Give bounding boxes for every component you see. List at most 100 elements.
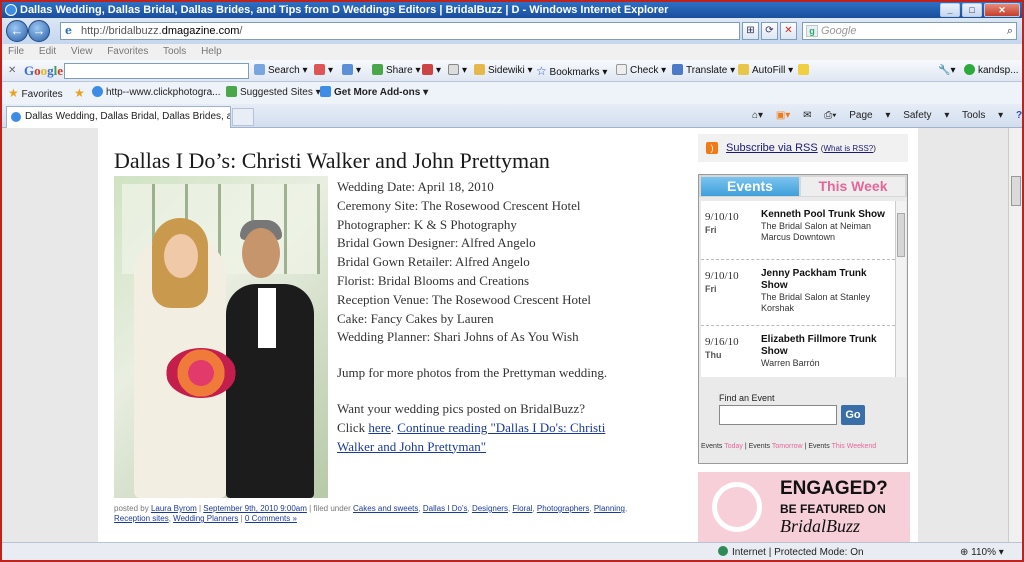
- add-button-icon[interactable]: ▾: [342, 60, 361, 82]
- search-icon: [254, 64, 265, 75]
- find-event-label: Find an Event: [719, 393, 775, 403]
- menu-tools[interactable]: Tools: [163, 46, 186, 57]
- event-item[interactable]: 9/10/10 Fri Jenny Packham Trunk Show The…: [701, 260, 895, 326]
- this-weekend-link[interactable]: This Weekend: [832, 443, 877, 450]
- call-to-action: Want your wedding pics posted on BridalB…: [337, 401, 606, 454]
- share-button[interactable]: Share ▾: [372, 60, 421, 82]
- category-link[interactable]: Wedding Planners: [173, 514, 238, 523]
- tab-this-week[interactable]: This Week: [801, 177, 905, 196]
- bookmark-star-icon: ☆: [536, 64, 547, 78]
- popup-blocker-icon[interactable]: ▾: [422, 60, 441, 82]
- sidewiki-button[interactable]: Sidewiki ▾: [474, 60, 533, 82]
- safety-menu[interactable]: Safety ▾: [903, 110, 949, 121]
- comments-link[interactable]: 0 Comments »: [245, 514, 297, 523]
- author-link[interactable]: Laura Byrom: [151, 504, 197, 513]
- spellcheck-button[interactable]: Check ▾: [616, 60, 666, 82]
- security-zone[interactable]: Internet | Protected Mode: On: [718, 543, 864, 560]
- go-button[interactable]: Go: [841, 405, 865, 425]
- category-link[interactable]: Floral: [512, 504, 532, 513]
- translate-icon: [672, 64, 683, 75]
- detail-photographer: Photographer: K & S Photography: [337, 216, 517, 232]
- maximize-button[interactable]: □: [962, 3, 982, 17]
- category-link[interactable]: Cakes and sweets: [353, 504, 418, 513]
- tab-events[interactable]: Events: [701, 177, 799, 196]
- toolbar-option-icon[interactable]: ▾: [448, 60, 467, 82]
- pagerank-icon[interactable]: ▾: [314, 60, 333, 82]
- menu-edit[interactable]: Edit: [39, 46, 56, 57]
- tab-bridalbuzz[interactable]: Dallas Wedding, Dallas Bridal, Dallas Br…: [6, 106, 231, 128]
- minimize-button[interactable]: _: [940, 3, 960, 17]
- close-window-button[interactable]: ✕: [984, 3, 1020, 17]
- menu-favorites[interactable]: Favorites: [107, 46, 148, 57]
- today-link[interactable]: Today: [724, 443, 743, 450]
- google-search-button[interactable]: Search ▾: [254, 60, 308, 82]
- detail-ceremony: Ceremony Site: The Rosewood Crescent Hot…: [337, 197, 581, 213]
- category-link[interactable]: Designers: [472, 504, 508, 513]
- google-search-input[interactable]: [64, 63, 249, 79]
- feeds-icon[interactable]: ▣▾: [776, 110, 790, 121]
- event-item[interactable]: 9/16/10 Thu Elizabeth Fillmore Trunk Sho…: [701, 326, 895, 377]
- page-scrollbar[interactable]: [1008, 128, 1022, 542]
- compatibility-view-button[interactable]: ⊞: [742, 22, 759, 40]
- add-favorite-icon[interactable]: ★: [74, 82, 85, 106]
- engaged-banner[interactable]: ENGAGED? BE FEATURED ON BridalBuzz: [698, 472, 910, 542]
- date-link[interactable]: September 9th, 2010 9:00am: [203, 504, 307, 513]
- category-link[interactable]: Reception sites: [114, 514, 169, 523]
- address-bar[interactable]: e http://bridalbuzz.dmagazine.com/: [60, 22, 740, 40]
- suggested-sites-link[interactable]: Suggested Sites ▾: [226, 82, 321, 104]
- category-link[interactable]: Planning: [594, 504, 625, 513]
- search-input[interactable]: g Google ⌕: [802, 22, 1017, 40]
- post-meta: posted by Laura Byrom | September 9th, 2…: [114, 504, 628, 523]
- category-link[interactable]: Dallas I Do's: [423, 504, 468, 513]
- title-bar: Dallas Wedding, Dallas Bridal, Dallas Br…: [2, 2, 1022, 18]
- magnifier-icon[interactable]: ⌕: [1007, 23, 1013, 39]
- home-icon[interactable]: ⌂▾: [752, 110, 763, 121]
- tomorrow-link[interactable]: Tomorrow: [772, 443, 803, 450]
- google-toolbar: ✕ Google Search ▾ ▾ ▾ Share ▾ ▾ ▾ Sidewi…: [2, 60, 1022, 82]
- detail-gown-designer: Bridal Gown Designer: Alfred Angelo: [337, 235, 536, 251]
- ring-icon: [712, 482, 762, 532]
- subscribe-rss-link[interactable]: Subscribe via RSS: [726, 142, 818, 154]
- translate-button[interactable]: Translate ▾: [672, 60, 735, 82]
- menu-file[interactable]: File: [8, 46, 24, 57]
- stop-button[interactable]: ✕: [780, 22, 797, 40]
- events-widget: Events This Week 9/10/10 Fri Kenneth Poo…: [698, 174, 908, 464]
- favorite-link-clickphoto[interactable]: http--www.clickphotogra...: [92, 82, 221, 104]
- mail-icon[interactable]: ✉: [803, 110, 811, 121]
- highlight-icon[interactable]: [798, 60, 812, 82]
- detail-cake: Cake: Fancy Cakes by Lauren: [337, 310, 494, 326]
- menu-bar: File Edit View Favorites Tools Help: [2, 44, 1022, 60]
- menu-view[interactable]: View: [71, 46, 93, 57]
- submit-here-link[interactable]: here: [368, 420, 390, 435]
- detail-reception: Reception Venue: The Rosewood Crescent H…: [337, 291, 592, 307]
- page-menu[interactable]: Page ▾: [849, 110, 890, 121]
- event-list-scrollbar[interactable]: [895, 201, 906, 377]
- detail-date: Wedding Date: April 18, 2010: [337, 179, 494, 194]
- addons-link[interactable]: Get More Add-ons ▾: [320, 82, 428, 104]
- new-tab-button[interactable]: [232, 108, 254, 126]
- close-toolbar-icon[interactable]: ✕: [8, 60, 16, 82]
- event-item[interactable]: 9/10/10 Fri Kenneth Pool Trunk Show The …: [701, 201, 895, 260]
- autofill-icon: [738, 64, 749, 75]
- event-links: Events Today | Events Tomorrow | Events …: [701, 443, 877, 450]
- refresh-button[interactable]: ⟳: [761, 22, 778, 40]
- ie-page-icon: [92, 86, 103, 97]
- menu-help[interactable]: Help: [201, 46, 222, 57]
- autofill-button[interactable]: AutoFill ▾: [738, 60, 793, 82]
- back-button[interactable]: ←: [6, 20, 28, 42]
- zoom-level[interactable]: ⊕ 110% ▾: [960, 543, 1004, 560]
- favorites-button[interactable]: ★ Favorites: [8, 82, 63, 106]
- globe-icon: [718, 546, 728, 556]
- forward-button[interactable]: →: [28, 20, 50, 42]
- what-is-rss-link[interactable]: What is RSS?: [823, 144, 873, 153]
- google-search-icon: g: [806, 25, 818, 37]
- category-link[interactable]: Photographers: [537, 504, 589, 513]
- wrench-icon[interactable]: 🔧▾: [938, 60, 955, 82]
- find-event-input[interactable]: [719, 405, 837, 425]
- bookmarks-button[interactable]: ☆ Bookmarks ▾: [536, 60, 607, 84]
- share-icon: [372, 64, 383, 75]
- print-icon[interactable]: ⎙▾: [824, 110, 836, 121]
- account-button[interactable]: kandsp...: [964, 60, 1019, 82]
- tools-menu[interactable]: Tools ▾: [962, 110, 1003, 121]
- help-icon[interactable]: ?▾: [1016, 110, 1022, 121]
